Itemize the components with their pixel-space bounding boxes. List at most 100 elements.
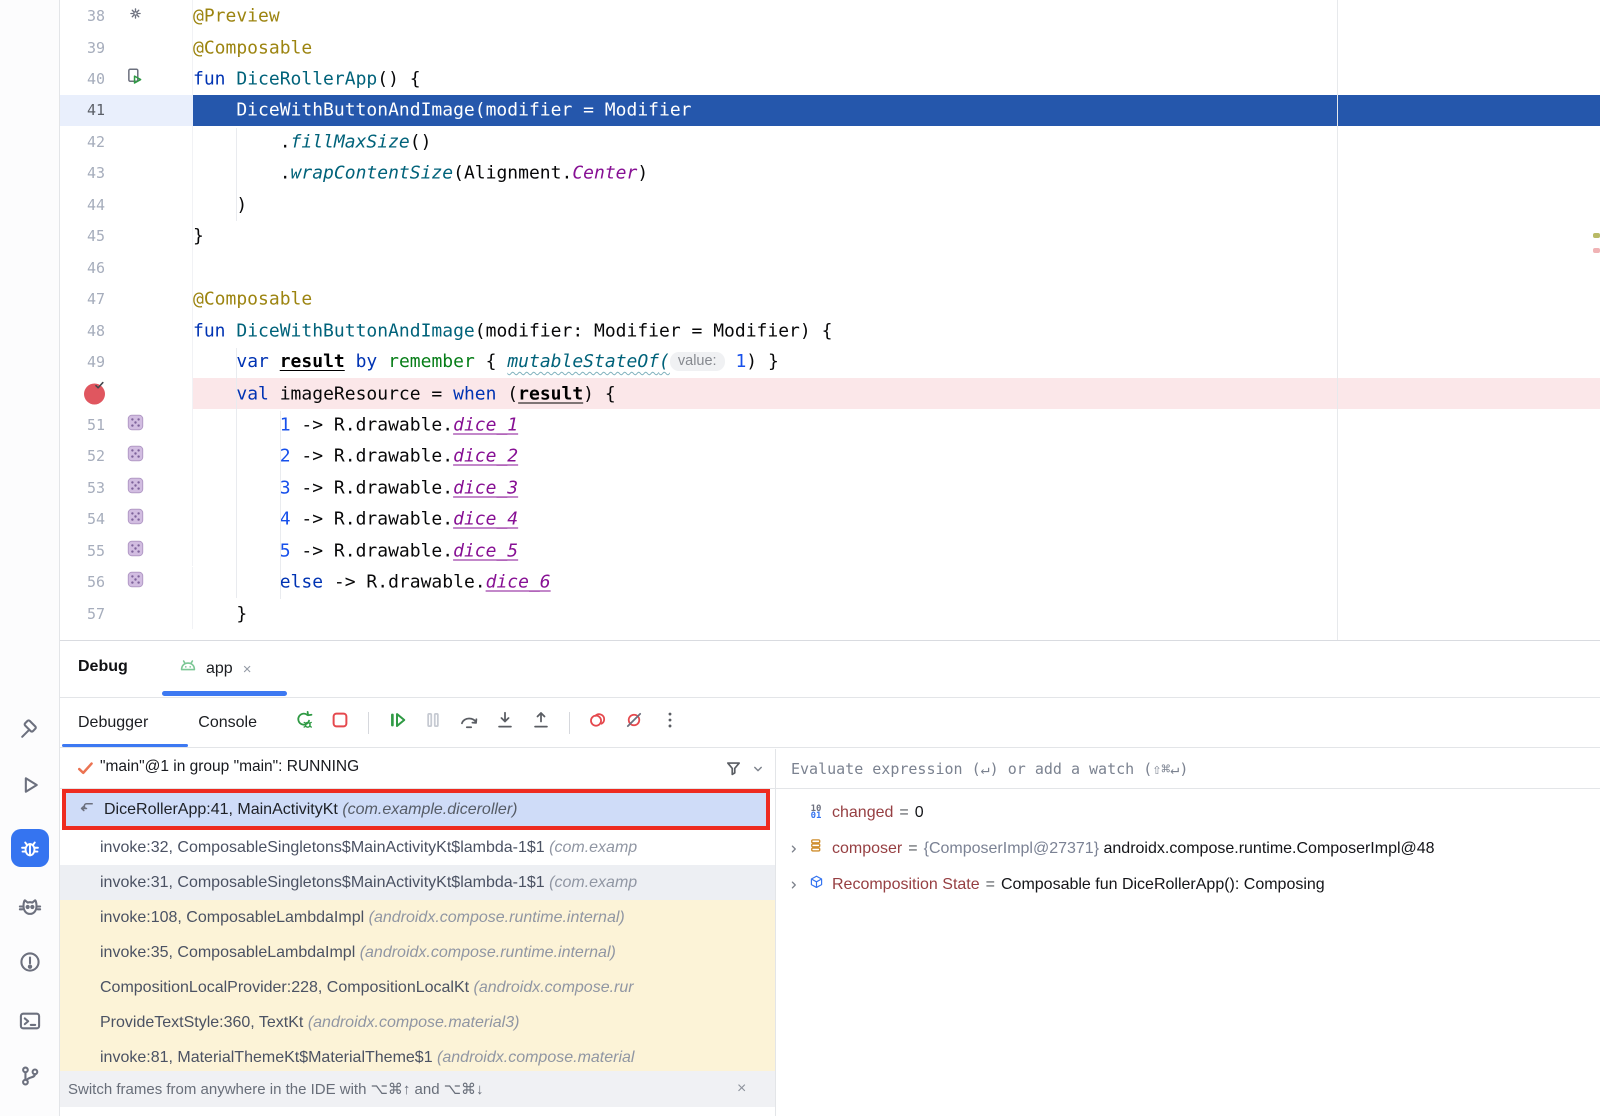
- editor-line-52[interactable]: 52 2 -> R.drawable.dice_2: [60, 441, 1600, 472]
- editor-line-54[interactable]: 54 4 -> R.drawable.dice_4: [60, 504, 1600, 535]
- dice-icon[interactable]: [127, 445, 144, 467]
- stack-frame-row[interactable]: ProvideTextStyle:360, TextKt (androidx.c…: [60, 1005, 775, 1040]
- dice-icon[interactable]: [127, 414, 144, 436]
- chevron-right-icon[interactable]: [786, 841, 802, 857]
- editor-line-41[interactable]: 41 DiceWithButtonAndImage(modifier = Mod…: [60, 95, 1600, 126]
- gutter[interactable]: 44: [60, 189, 193, 220]
- editor-line-57[interactable]: 57 }: [60, 598, 1600, 629]
- stack-frame-row[interactable]: invoke:31, ComposableSingletons$MainActi…: [60, 865, 775, 900]
- editor-line-48[interactable]: 48fun DiceWithButtonAndImage(modifier: M…: [60, 315, 1600, 346]
- variable-row[interactable]: composer={ComposerImpl@27371} androidx.c…: [776, 831, 1600, 867]
- code-line[interactable]: }: [193, 221, 1600, 252]
- dice-icon[interactable]: [127, 571, 144, 593]
- gutter[interactable]: 57: [60, 598, 193, 629]
- gutter[interactable]: 49: [60, 346, 193, 377]
- stack-frame-row[interactable]: CompositionLocalProvider:228, Compositio…: [60, 970, 775, 1005]
- code-line[interactable]: 5 -> R.drawable.dice_5: [193, 535, 1600, 566]
- evaluate-expression-input[interactable]: Evaluate expression (↵) or add a watch (…: [776, 749, 1600, 789]
- dice-icon[interactable]: [127, 477, 144, 499]
- editor-line-39[interactable]: 39@Composable: [60, 32, 1600, 63]
- editor-line-43[interactable]: 43 .wrapContentSize(Alignment.Center): [60, 158, 1600, 189]
- filter-icon[interactable]: [723, 758, 744, 784]
- step-out-button[interactable]: [530, 712, 552, 734]
- run-tool-button[interactable]: [11, 766, 49, 804]
- problems-tool-button[interactable]: [11, 943, 49, 981]
- thread-selector[interactable]: "main"@1 in group "main": RUNNING: [60, 749, 775, 789]
- code-line[interactable]: DiceWithButtonAndImage(modifier = Modifi…: [193, 95, 1600, 126]
- code-line[interactable]: fun DiceRollerApp() {: [193, 63, 1600, 94]
- view-breakpoints-button[interactable]: [587, 712, 609, 734]
- code-line[interactable]: .wrapContentSize(Alignment.Center): [193, 158, 1600, 189]
- code-editor[interactable]: 38@Preview39@Composable40fun DiceRollerA…: [60, 0, 1600, 640]
- run-preview-icon[interactable]: [126, 67, 145, 91]
- pause-button[interactable]: [422, 712, 444, 734]
- terminal-tool-button[interactable]: [11, 1002, 49, 1040]
- tab-debugger[interactable]: Debugger: [78, 714, 148, 732]
- gutter[interactable]: 52: [60, 441, 193, 472]
- editor-line-50[interactable]: val imageResource = when (result) {: [60, 378, 1600, 409]
- gutter[interactable]: 38: [60, 0, 193, 31]
- gutter[interactable]: 46: [60, 252, 193, 283]
- resume-button[interactable]: [386, 712, 408, 734]
- code-line[interactable]: var result by remember { mutableStateOf(…: [193, 346, 1600, 377]
- gear-icon[interactable]: [127, 5, 144, 27]
- mute-breakpoints-button[interactable]: [623, 712, 645, 734]
- editor-line-47[interactable]: 47@Composable: [60, 283, 1600, 314]
- stop-button[interactable]: [329, 712, 351, 734]
- gutter[interactable]: 39: [60, 32, 193, 63]
- stack-frame-row[interactable]: invoke:81, MaterialThemeKt$MaterialTheme…: [60, 1040, 775, 1075]
- gutter[interactable]: 54: [60, 504, 193, 535]
- stack-frame-row[interactable]: invoke:35, ComposableLambdaImpl (android…: [60, 935, 775, 970]
- gutter[interactable]: 40: [60, 63, 193, 94]
- session-tab-app[interactable]: app ×: [178, 653, 253, 685]
- stack-frame-row[interactable]: invoke:32, ComposableSingletons$MainActi…: [60, 830, 775, 865]
- code-line[interactable]: [193, 252, 1600, 283]
- step-into-button[interactable]: [494, 712, 516, 734]
- close-icon[interactable]: ×: [241, 661, 254, 678]
- dice-icon[interactable]: [127, 540, 144, 562]
- gutter[interactable]: 47: [60, 283, 193, 314]
- gutter[interactable]: [60, 378, 193, 409]
- step-over-button[interactable]: [458, 712, 480, 734]
- gutter[interactable]: 42: [60, 126, 193, 157]
- code-line[interactable]: fun DiceWithButtonAndImage(modifier: Mod…: [193, 315, 1600, 346]
- code-line[interactable]: else -> R.drawable.dice_6: [193, 567, 1600, 598]
- chevron-down-icon[interactable]: [749, 760, 767, 783]
- editor-line-55[interactable]: 55 5 -> R.drawable.dice_5: [60, 535, 1600, 566]
- editor-line-45[interactable]: 45}: [60, 221, 1600, 252]
- code-line[interactable]: ): [193, 189, 1600, 220]
- debug-tool-button[interactable]: [11, 829, 49, 867]
- code-line[interactable]: 4 -> R.drawable.dice_4: [193, 504, 1600, 535]
- editor-line-40[interactable]: 40fun DiceRollerApp() {: [60, 63, 1600, 94]
- rerun-button[interactable]: [293, 712, 315, 734]
- variable-row[interactable]: Recomposition State=Composable fun DiceR…: [776, 867, 1600, 903]
- chevron-right-icon[interactable]: [786, 877, 802, 893]
- editor-line-38[interactable]: 38@Preview: [60, 0, 1600, 31]
- tab-console[interactable]: Console: [198, 714, 257, 732]
- code-line[interactable]: @Composable: [193, 283, 1600, 314]
- selected-stack-frame-row[interactable]: DiceRollerApp:41, MainActivityKt (com.ex…: [60, 789, 775, 830]
- editor-line-42[interactable]: 42 .fillMaxSize(): [60, 126, 1600, 157]
- variable-row[interactable]: 1001changed=0: [776, 795, 1600, 831]
- gutter[interactable]: 45: [60, 221, 193, 252]
- code-line[interactable]: }: [193, 598, 1600, 629]
- code-line[interactable]: @Composable: [193, 32, 1600, 63]
- code-line[interactable]: 3 -> R.drawable.dice_3: [193, 472, 1600, 503]
- code-line[interactable]: @Preview: [193, 0, 1600, 31]
- code-line[interactable]: val imageResource = when (result) {: [193, 378, 1600, 409]
- editor-line-44[interactable]: 44 ): [60, 189, 1600, 220]
- editor-line-46[interactable]: 46: [60, 252, 1600, 283]
- code-line[interactable]: 1 -> R.drawable.dice_1: [193, 409, 1600, 440]
- editor-line-51[interactable]: 51 1 -> R.drawable.dice_1: [60, 409, 1600, 440]
- close-icon[interactable]: ×: [737, 1080, 746, 1098]
- gutter[interactable]: 43: [60, 158, 193, 189]
- build-hammer-tool-button[interactable]: [11, 710, 49, 748]
- stack-frame-row[interactable]: invoke:108, ComposableLambdaImpl (androi…: [60, 900, 775, 935]
- gutter[interactable]: 53: [60, 472, 193, 503]
- gutter[interactable]: 51: [60, 409, 193, 440]
- error-stripe-warning-mark[interactable]: [1593, 233, 1600, 238]
- error-stripe-breakpoint-mark[interactable]: [1593, 248, 1600, 253]
- editor-line-49[interactable]: 49 var result by remember { mutableState…: [60, 346, 1600, 377]
- code-line[interactable]: 2 -> R.drawable.dice_2: [193, 441, 1600, 472]
- editor-line-56[interactable]: 56 else -> R.drawable.dice_6: [60, 567, 1600, 598]
